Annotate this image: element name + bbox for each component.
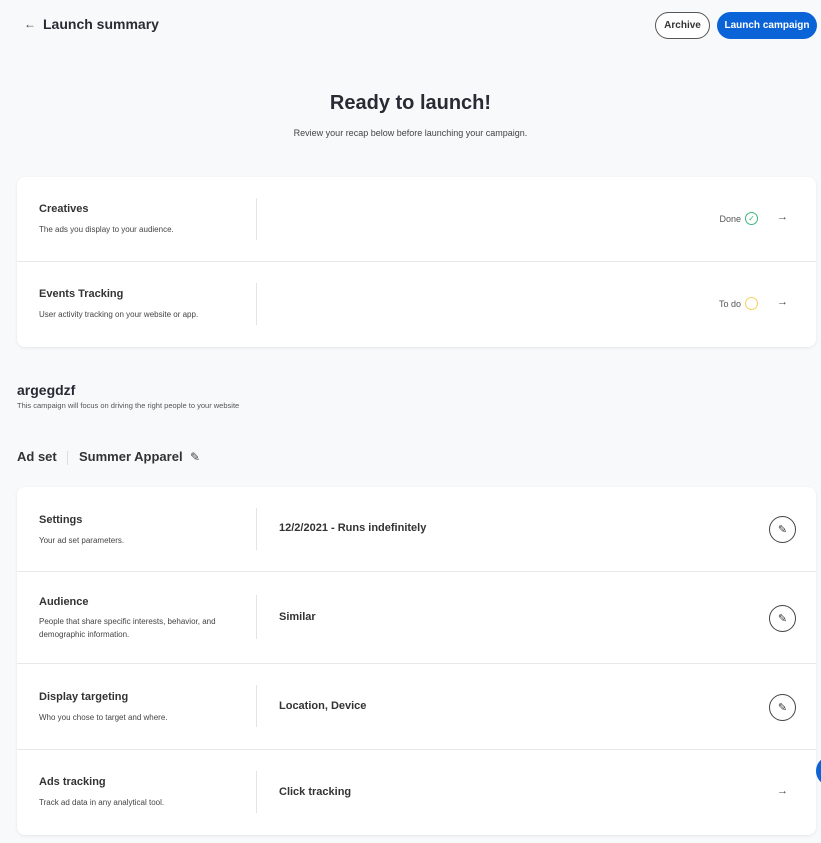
adset-row-settings: Settings Your ad set parameters. 12/2/20… xyxy=(17,487,816,572)
adset-name: Summer Apparel xyxy=(79,449,183,464)
row-title: Display targeting xyxy=(39,691,129,703)
row-value: Similar xyxy=(279,611,316,623)
status-text: Done xyxy=(719,213,741,224)
divider xyxy=(67,451,68,465)
page-title: Launch summary xyxy=(43,16,159,32)
edit-button[interactable]: ✎ xyxy=(769,694,796,721)
top-bar: ← Launch summary Archive Launch campaign xyxy=(0,0,821,50)
row-value: Location, Device xyxy=(279,700,367,712)
status-text: To do xyxy=(718,298,741,309)
adset-card: Settings Your ad set parameters. 12/2/20… xyxy=(17,487,816,835)
row-value: Click tracking xyxy=(279,786,352,798)
row-desc: Who you chose to target and where. xyxy=(39,713,168,722)
row-title: Creatives xyxy=(39,203,89,215)
campaign-desc: This campaign will focus on driving the … xyxy=(17,401,240,410)
row-title: Settings xyxy=(39,514,83,526)
help-fab-button[interactable] xyxy=(816,756,821,786)
status-badge: To do xyxy=(719,297,758,310)
arrow-right-icon[interactable]: → xyxy=(777,211,788,223)
adset-row-ads-tracking[interactable]: Ads tracking Track ad data in any analyt… xyxy=(17,750,816,835)
row-title: Events Tracking xyxy=(39,288,124,300)
hero-subtitle: Review your recap below before launching… xyxy=(293,128,528,138)
divider xyxy=(256,283,257,325)
campaign-name: argegdzf xyxy=(17,382,76,398)
edit-button[interactable]: ✎ xyxy=(769,605,796,632)
pencil-icon: ✎ xyxy=(777,524,788,536)
adset-row-display-targeting: Display targeting Who you chose to targe… xyxy=(17,664,816,750)
status-badge: Done ✓ xyxy=(719,212,758,225)
empty-circle-icon xyxy=(745,297,758,310)
row-desc: Track ad data in any analytical tool. xyxy=(39,798,165,807)
row-desc: User activity tracking on your website o… xyxy=(39,310,199,319)
check-circle-icon: ✓ xyxy=(745,212,758,225)
adset-label: Ad set xyxy=(17,449,57,464)
row-title: Ads tracking xyxy=(39,776,106,788)
checklist-row-events-tracking[interactable]: Events Tracking User activity tracking o… xyxy=(17,262,816,347)
divider xyxy=(256,771,257,813)
edit-button[interactable]: ✎ xyxy=(769,516,796,543)
row-desc: Your ad set parameters. xyxy=(39,536,125,545)
launch-campaign-button[interactable]: Launch campaign xyxy=(717,12,817,39)
pencil-icon[interactable]: ✎ xyxy=(190,450,200,464)
pencil-icon: ✎ xyxy=(777,702,788,714)
row-desc: The ads you display to your audience. xyxy=(39,225,174,234)
divider xyxy=(256,685,257,727)
archive-button[interactable]: Archive xyxy=(655,12,710,39)
arrow-right-icon[interactable]: → xyxy=(777,296,788,308)
row-desc: People that share specific interests, be… xyxy=(39,617,216,639)
row-title: Audience xyxy=(39,596,89,608)
arrow-right-icon[interactable]: → xyxy=(777,785,788,797)
pencil-icon: ✎ xyxy=(777,613,788,625)
divider xyxy=(256,595,257,639)
hero-title: Ready to launch! xyxy=(329,92,492,114)
checklist-row-creatives[interactable]: Creatives The ads you display to your au… xyxy=(17,177,816,262)
back-arrow-icon[interactable]: ← xyxy=(24,17,36,31)
checklist-card: Creatives The ads you display to your au… xyxy=(17,177,816,347)
row-value: 12/2/2021 - Runs indefinitely xyxy=(279,522,427,534)
divider xyxy=(256,508,257,550)
adset-row-audience: Audience People that share specific inte… xyxy=(17,572,816,664)
divider xyxy=(256,198,257,240)
